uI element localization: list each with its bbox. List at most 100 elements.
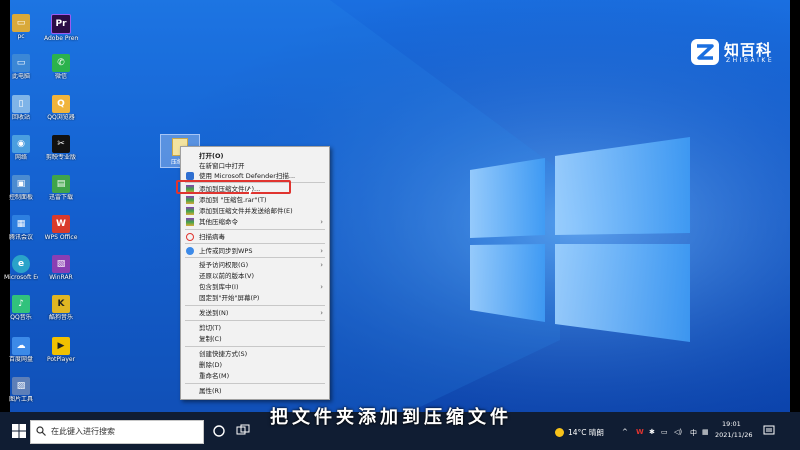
menu-separator: [185, 320, 325, 321]
menu-separator: [185, 346, 325, 347]
desktop-icon-potplayer[interactable]: ▶ PotPlayer: [44, 337, 78, 363]
menu-item-cut[interactable]: 剪切(T): [181, 323, 329, 333]
capcut-icon: ✂: [52, 135, 70, 153]
clock-time[interactable]: 19:01: [722, 420, 741, 428]
video-subtitle: 把文件夹添加到压缩文件: [270, 407, 512, 428]
menu-separator: [185, 229, 325, 230]
menu-item-include-library[interactable]: 包含到库中(I) ›: [181, 282, 329, 292]
weather-widget[interactable]: 14°C 晴朗: [555, 427, 615, 439]
network-icon: ◉: [12, 135, 30, 153]
menu-item-open[interactable]: 打开(O): [181, 151, 329, 161]
desktop-icon-edge[interactable]: eMicrosoft Edge: [4, 255, 38, 281]
menu-item-copy[interactable]: 复制(C): [181, 334, 329, 344]
menu-item-restore-versions[interactable]: 还原以前的版本(V): [181, 271, 329, 281]
menu-item-create-shortcut[interactable]: 创建快捷方式(S): [181, 349, 329, 359]
winrar-icon: ▧: [52, 255, 70, 273]
winrar-icon: [186, 218, 194, 226]
control-panel-icon: ▣: [12, 175, 30, 193]
wps-icon: W: [52, 215, 70, 233]
picture-icon: ▨: [12, 377, 30, 395]
desktop-icon-wechat[interactable]: ✆ 微信: [44, 54, 78, 80]
mouse-cursor-icon: [249, 189, 257, 197]
menu-item-other-compress[interactable]: 其他压缩命令 ›: [181, 217, 329, 227]
desktop-icon-qq-browser[interactable]: Q QQ浏览器: [44, 95, 78, 121]
cloud-icon: ☁: [12, 337, 30, 355]
qq-browser-icon: Q: [52, 95, 70, 113]
chevron-right-icon: ›: [320, 309, 323, 317]
menu-item-rename[interactable]: 重命名(M): [181, 371, 329, 381]
menu-separator: [185, 383, 325, 384]
watermark: 知百科 ZHIBAIKE: [690, 37, 788, 67]
edge-icon: e: [12, 255, 30, 273]
volume-icon[interactable]: ◁): [674, 428, 682, 436]
wps-cloud-icon: [186, 247, 194, 255]
recycle-bin-icon: ▯: [12, 95, 30, 113]
kugou-icon: K: [52, 295, 70, 313]
desktop-icon-kugou[interactable]: K 酷狗音乐: [44, 295, 78, 321]
desktop-icon-recycle-bin[interactable]: ▯ 回收站: [4, 95, 38, 121]
tray-up-arrow-icon[interactable]: ^: [622, 428, 628, 436]
menu-item-add-and-email[interactable]: 添加到压缩文件并发送给邮件(E): [181, 206, 329, 216]
music-icon: ♪: [12, 295, 30, 313]
menu-separator: [185, 305, 325, 306]
meeting-icon: ▦: [12, 215, 30, 233]
desktop-icon-network[interactable]: ◉ 网络: [4, 135, 38, 161]
highlight-box: [176, 180, 291, 194]
document-icon: ▤: [52, 175, 70, 193]
desktop-icon-wps[interactable]: W WPS Office: [44, 215, 78, 241]
zhibaike-logo-icon: [691, 39, 719, 65]
desktop-icon-baidu-pan[interactable]: ☁ 百度网盘: [4, 337, 38, 363]
play-icon: ▶: [52, 337, 70, 355]
shield-icon: [186, 172, 194, 180]
desktop-icon-qq-music[interactable]: ♪ QQ音乐: [4, 295, 38, 321]
taskbar-search-box[interactable]: 在此键入进行搜索: [30, 420, 204, 444]
menu-separator: [185, 243, 325, 244]
scan-icon: [186, 233, 194, 241]
desktop-icon-control-panel[interactable]: ▣ 控制面板: [4, 175, 38, 201]
desktop-icon-picture-tool[interactable]: ▨ 图片工具: [4, 377, 38, 403]
ime-tray-icon[interactable]: 中: [690, 428, 697, 438]
menu-item-pin-start[interactable]: 固定到"开始"屏幕(P): [181, 293, 329, 303]
winrar-icon: [186, 207, 194, 215]
cortana-icon[interactable]: [212, 424, 226, 438]
windows-start-icon[interactable]: [12, 424, 26, 438]
chevron-right-icon: ›: [320, 261, 323, 269]
pc-icon: ▭: [12, 14, 30, 32]
notification-icon[interactable]: [763, 425, 775, 437]
wechat-icon: ✆: [52, 54, 70, 72]
premiere-icon: Pr: [51, 14, 71, 34]
search-icon: [36, 426, 46, 436]
desktop-icon-tencent-meeting[interactable]: ▦ 腾讯会议: [4, 215, 38, 241]
task-view-icon[interactable]: [236, 424, 250, 438]
menu-item-send-to[interactable]: 发送到(N) ›: [181, 308, 329, 318]
computer-icon: ▭: [12, 54, 30, 72]
desktop-icon-this-pc[interactable]: ▭ 此电脑: [4, 54, 38, 80]
chevron-right-icon: ›: [320, 247, 323, 255]
weather-text: 14°C 晴朗: [568, 428, 604, 437]
right-letterbox: [790, 0, 800, 450]
watermark-subtitle: ZHIBAIKE: [726, 57, 775, 64]
desktop-icon-capcut[interactable]: ✂ 剪映专业版: [44, 135, 78, 161]
pinwheel-tray-icon[interactable]: ✱: [649, 428, 655, 436]
menu-item-properties[interactable]: 属性(R): [181, 386, 329, 396]
menu-separator: [185, 257, 325, 258]
wps-tray-icon[interactable]: W: [636, 428, 644, 436]
network-tray-icon[interactable]: ▭: [661, 428, 668, 436]
chevron-right-icon: ›: [320, 218, 323, 226]
keyboard-tray-icon[interactable]: ▦: [702, 428, 709, 436]
menu-item-upload-wps[interactable]: 上传或同步到WPS ›: [181, 246, 329, 256]
desktop-icon-thunder[interactable]: ▤ 迅雷下载: [44, 175, 78, 201]
menu-item-scan-virus[interactable]: 扫描病毒: [181, 232, 329, 242]
menu-item-open-new-window[interactable]: 在新窗口中打开: [181, 161, 329, 171]
desktop-screen: ▭pc PrAdobe Premiere... ▭此电脑 ✆微信 ▯回收站 QQ…: [0, 0, 800, 450]
menu-item-grant-access[interactable]: 授予访问权限(G) ›: [181, 260, 329, 270]
winrar-icon: [186, 196, 194, 204]
menu-item-delete[interactable]: 删除(D): [181, 360, 329, 370]
desktop-icon-premiere[interactable]: PrAdobe Premiere...: [44, 14, 78, 42]
desktop-icon-winrar[interactable]: ▧ WinRAR: [44, 255, 78, 281]
desktop-icon-pc[interactable]: ▭ pc: [4, 14, 38, 40]
clock-date[interactable]: 2021/11/26: [715, 431, 752, 439]
windows-logo-wallpaper: [0, 0, 800, 450]
chevron-right-icon: ›: [320, 283, 323, 291]
sun-icon: [555, 428, 564, 437]
